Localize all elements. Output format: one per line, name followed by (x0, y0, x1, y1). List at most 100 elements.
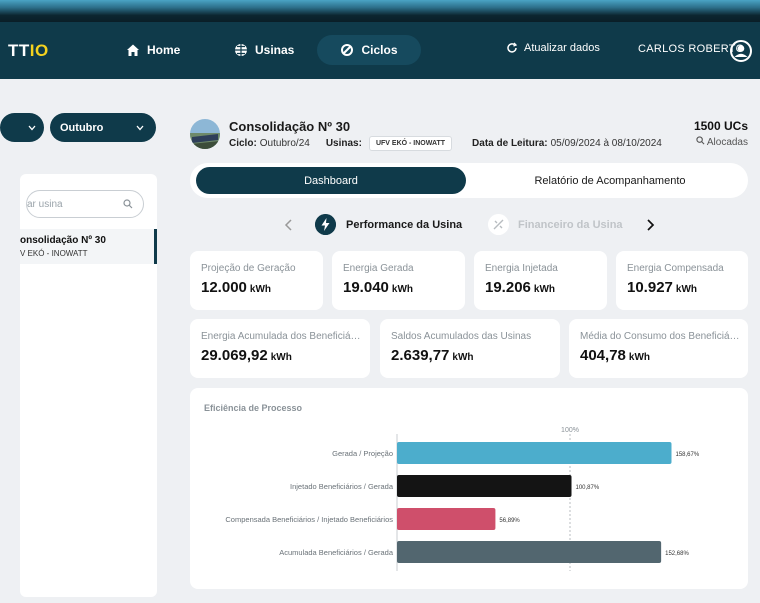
stat-label: Projeção de Geração (201, 263, 296, 274)
reference-line-label: 100% (561, 427, 579, 434)
stat-number: 19.040 (343, 279, 389, 296)
main-content: Outubro ar usina onsolidação Nº 30 V EKÓ… (0, 79, 760, 603)
tab-relatorio[interactable]: Relatório de Acompanhamento (480, 167, 740, 194)
financeiro-tab[interactable]: Financeiro da Usina (518, 219, 623, 231)
stat-value: 19.040 kWh (343, 279, 413, 296)
stat-unit: kWh (391, 284, 413, 295)
stat-label: Energia Gerada (343, 263, 414, 274)
stat-value: 12.000 kWh (201, 279, 271, 296)
refresh-icon (507, 42, 518, 53)
device-bezel-top (0, 0, 760, 22)
stat-label: Energia Compensada (627, 263, 724, 274)
stat-value: 404,78 kWh (580, 347, 650, 364)
tab-dashboard[interactable]: Dashboard (196, 167, 466, 194)
bar-value-label: 100,87% (576, 485, 600, 491)
chevron-down-icon (136, 125, 144, 130)
stat-card: Energia Compensada 10.927 kWh (616, 251, 748, 310)
stat-unit: kWh (452, 352, 474, 363)
user-avatar-icon[interactable] (730, 40, 752, 62)
chevron-down-icon (28, 125, 36, 130)
stat-unit: kWh (675, 284, 697, 295)
category-label: Compensada Beneficiários / Injetado Bene… (225, 515, 393, 524)
refresh-label: Atualizar dados (524, 42, 600, 54)
bar (397, 541, 662, 563)
bar-value-label: 56,89% (499, 518, 520, 524)
alocadas-link[interactable]: Alocadas (695, 136, 748, 148)
grid-icon (235, 44, 247, 56)
nav-home[interactable]: Home (112, 35, 194, 65)
view-tabs: Dashboard Relatório de Acompanhamento (190, 163, 748, 198)
category-label: Injetado Beneficiários / Gerada (290, 482, 394, 491)
stat-card: Energia Acumulada dos Beneficiári... 29.… (190, 319, 370, 378)
stat-card: Saldos Acumulados das Usinas 2.639,77 kWh (380, 319, 560, 378)
nav-home-label: Home (147, 43, 181, 57)
stat-label: Energia Acumulada dos Beneficiári... (201, 331, 361, 342)
plant-list-item[interactable]: onsolidação Nº 30 V EKÓ - INOWATT (20, 229, 157, 264)
next-arrow-icon[interactable] (645, 218, 655, 232)
ciclo-label: Ciclo: (229, 138, 257, 149)
stat-number: 12.000 (201, 279, 247, 296)
stat-value: 2.639,77 kWh (391, 347, 474, 364)
cycle-icon (341, 44, 354, 56)
user-name[interactable]: CARLOS ROBERTO (638, 43, 745, 55)
alocadas-label: Alocadas (706, 137, 748, 148)
stat-number: 19.206 (485, 279, 531, 296)
performance-tab[interactable]: Performance da Usina (346, 219, 462, 231)
stat-unit: kWh (533, 284, 555, 295)
bar (397, 508, 496, 530)
stat-number: 404,78 (580, 347, 626, 364)
stat-number: 10.927 (627, 279, 673, 296)
nav-usinas[interactable]: Usinas (220, 35, 308, 65)
stat-card: Média do Consumo dos Beneficiári... 404,… (569, 319, 748, 378)
usinas-label: Usinas: (325, 138, 362, 149)
category-label: Acumulada Beneficiários / Gerada (279, 548, 394, 557)
stat-label: Energia Injetada (485, 263, 558, 274)
search-placeholder: ar usina (27, 198, 63, 210)
home-icon (127, 44, 139, 56)
finance-icon (488, 214, 509, 235)
stat-value: 29.069,92 kWh (201, 347, 292, 364)
usina-chip: UFV EKÓ - INOWATT (368, 136, 453, 151)
stat-unit: kWh (628, 352, 650, 363)
plant-thumbnail (190, 119, 220, 149)
stat-value: 19.206 kWh (485, 279, 555, 296)
efficiency-chart: 100% Gerada / Projeção 158,67% Injetado Ben… (225, 427, 700, 571)
stat-number: 2.639,77 (391, 347, 450, 364)
nav-usinas-label: Usinas (255, 43, 295, 57)
leitura-value: 05/09/2024 à 08/10/2024 (550, 138, 662, 149)
stat-card: Energia Gerada 19.040 kWh (332, 251, 465, 310)
ciclo-value: Outubro/24 (259, 138, 310, 149)
stat-card: Projeção de Geração 12.000 kWh (190, 251, 323, 310)
leitura-label: Data de Leitura: (472, 138, 548, 149)
stat-unit: kWh (270, 352, 292, 363)
app-screen: TTIO Home Usinas Ciclos Atualizar dados … (0, 22, 760, 603)
prev-arrow-icon[interactable] (284, 218, 294, 232)
nav-ciclos-label: Ciclos (361, 43, 398, 57)
month-select-value: Outubro (60, 121, 104, 134)
stat-label: Saldos Acumulados das Usinas (391, 331, 532, 342)
stat-number: 29.069,92 (201, 347, 268, 364)
search-input[interactable]: ar usina (26, 190, 144, 218)
year-select[interactable] (0, 113, 44, 142)
stat-unit: kWh (249, 284, 271, 295)
logo-accent: IO (29, 41, 49, 60)
ucs-count: 1500 UCs (693, 119, 748, 133)
bar (397, 442, 672, 464)
plant-item-title: onsolidação Nº 30 (20, 235, 106, 246)
top-navbar: TTIO Home Usinas Ciclos Atualizar dados … (0, 22, 760, 79)
nav-ciclos[interactable]: Ciclos (317, 35, 421, 65)
bar (397, 475, 572, 497)
lightning-icon (315, 214, 336, 235)
stat-card: Energia Injetada 19.206 kWh (474, 251, 607, 310)
logo-text: TT (8, 41, 30, 60)
refresh-button[interactable]: Atualizar dados (506, 42, 600, 54)
bar-value-label: 152,68% (665, 551, 689, 557)
search-icon (123, 199, 133, 209)
plant-meta: Ciclo: Outubro/24 Usinas: UFV EKÓ - INOW… (229, 136, 662, 151)
logo: TTIO (8, 41, 49, 61)
page-title: Consolidação Nº 30 (229, 119, 351, 134)
month-select[interactable]: Outubro (50, 113, 156, 142)
plant-item-subtitle: V EKÓ - INOWATT (20, 249, 88, 258)
stat-label: Média do Consumo dos Beneficiári... (580, 331, 740, 342)
search-icon (695, 136, 705, 145)
